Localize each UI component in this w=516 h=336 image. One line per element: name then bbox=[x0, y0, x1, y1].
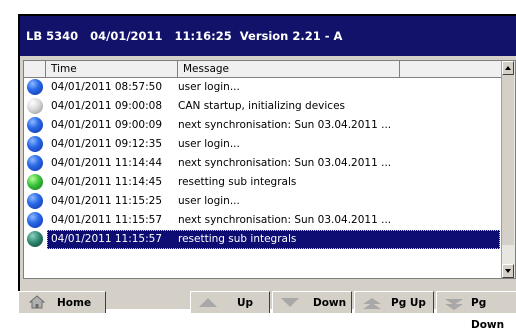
list-header: Time Message bbox=[24, 61, 502, 78]
row-message: user login... bbox=[178, 195, 240, 207]
row-message: next synchronisation: Sun 03.04.2011 ... bbox=[178, 214, 392, 226]
page-up-icon bbox=[363, 296, 381, 318]
list-item[interactable]: 04/01/2011 11:14:45 resetting sub integr… bbox=[24, 173, 502, 192]
status-blue-icon bbox=[27, 212, 43, 228]
row-message: resetting sub integrals bbox=[178, 233, 297, 245]
list-item[interactable]: 04/01/2011 09:00:08 CAN startup, initial… bbox=[24, 97, 502, 116]
list-item-selected[interactable]: 04/01/2011 11:15:57 resetting sub integr… bbox=[24, 230, 502, 249]
scroll-down-arrow-icon[interactable] bbox=[502, 264, 514, 278]
row-message: next synchronisation: Sun 03.04.2011 ... bbox=[178, 157, 392, 169]
row-time: 04/01/2011 11:14:45 bbox=[51, 176, 163, 188]
arrow-up-icon bbox=[199, 298, 217, 307]
row-time: 04/01/2011 11:15:25 bbox=[51, 195, 163, 207]
status-green-icon bbox=[27, 174, 43, 190]
row-time: 04/01/2011 09:00:08 bbox=[51, 100, 163, 112]
message-list[interactable]: Time Message 04/01/2011 08:57:50 user lo… bbox=[23, 60, 516, 279]
page-down-button[interactable]: Pg Down bbox=[436, 291, 516, 331]
row-time: 04/01/2011 11:15:57 bbox=[51, 233, 163, 245]
status-blue-icon bbox=[27, 193, 43, 209]
up-label: Up bbox=[237, 297, 254, 309]
row-message: resetting sub integrals bbox=[178, 176, 297, 188]
arrow-down-icon bbox=[281, 298, 299, 307]
header-icon-column[interactable] bbox=[24, 61, 46, 77]
row-time: 04/01/2011 11:15:57 bbox=[51, 214, 163, 226]
row-message: next synchronisation: Sun 03.04.2011 ... bbox=[178, 119, 392, 131]
row-time: 04/01/2011 11:14:44 bbox=[51, 157, 163, 169]
list-item[interactable]: 04/01/2011 11:15:57 next synchronisation… bbox=[24, 211, 502, 230]
row-time: 04/01/2011 09:00:09 bbox=[51, 119, 163, 131]
vertical-scrollbar[interactable] bbox=[501, 61, 515, 278]
list-item[interactable]: 04/01/2011 08:57:50 user login... bbox=[24, 78, 502, 97]
header-message[interactable]: Message bbox=[178, 61, 400, 77]
row-time: 04/01/2011 08:57:50 bbox=[51, 81, 163, 93]
list-item[interactable]: 04/01/2011 11:14:44 next synchronisation… bbox=[24, 154, 502, 173]
event-log-window: LB 5340 04/01/2011 11:16:25 Version 2.21… bbox=[18, 14, 516, 331]
house-icon bbox=[28, 295, 46, 317]
status-blue-icon bbox=[27, 155, 43, 171]
status-gray-icon bbox=[27, 98, 43, 114]
status-blue-icon bbox=[27, 79, 43, 95]
down-button[interactable]: Down bbox=[272, 291, 352, 313]
page-up-button[interactable]: Pg Up bbox=[354, 291, 434, 313]
list-item[interactable]: 04/01/2011 09:00:09 next synchronisation… bbox=[24, 116, 502, 135]
status-teal-icon bbox=[27, 231, 43, 247]
up-button[interactable]: Up bbox=[190, 291, 270, 313]
page-up-label: Pg Up bbox=[391, 297, 426, 309]
row-time: 04/01/2011 09:12:35 bbox=[51, 138, 163, 150]
row-message: CAN startup, initializing devices bbox=[178, 100, 345, 112]
status-blue-icon bbox=[27, 117, 43, 133]
row-message: user login... bbox=[178, 138, 240, 150]
status-blue-icon bbox=[27, 136, 43, 152]
header-time[interactable]: Time bbox=[46, 61, 178, 77]
list-item[interactable]: 04/01/2011 11:15:25 user login... bbox=[24, 192, 502, 211]
row-message: user login... bbox=[178, 81, 240, 93]
page-down-icon bbox=[445, 297, 463, 319]
home-button[interactable]: Home bbox=[18, 291, 106, 313]
scroll-thumb[interactable] bbox=[502, 75, 514, 245]
page-down-label: Pg Down bbox=[471, 297, 505, 331]
down-label: Down bbox=[313, 297, 347, 309]
list-item[interactable]: 04/01/2011 09:12:35 user login... bbox=[24, 135, 502, 154]
title-bar: LB 5340 04/01/2011 11:16:25 Version 2.21… bbox=[20, 16, 516, 56]
scroll-up-arrow-icon[interactable] bbox=[502, 61, 514, 75]
home-label: Home bbox=[57, 297, 92, 309]
header-extra[interactable] bbox=[400, 61, 502, 77]
